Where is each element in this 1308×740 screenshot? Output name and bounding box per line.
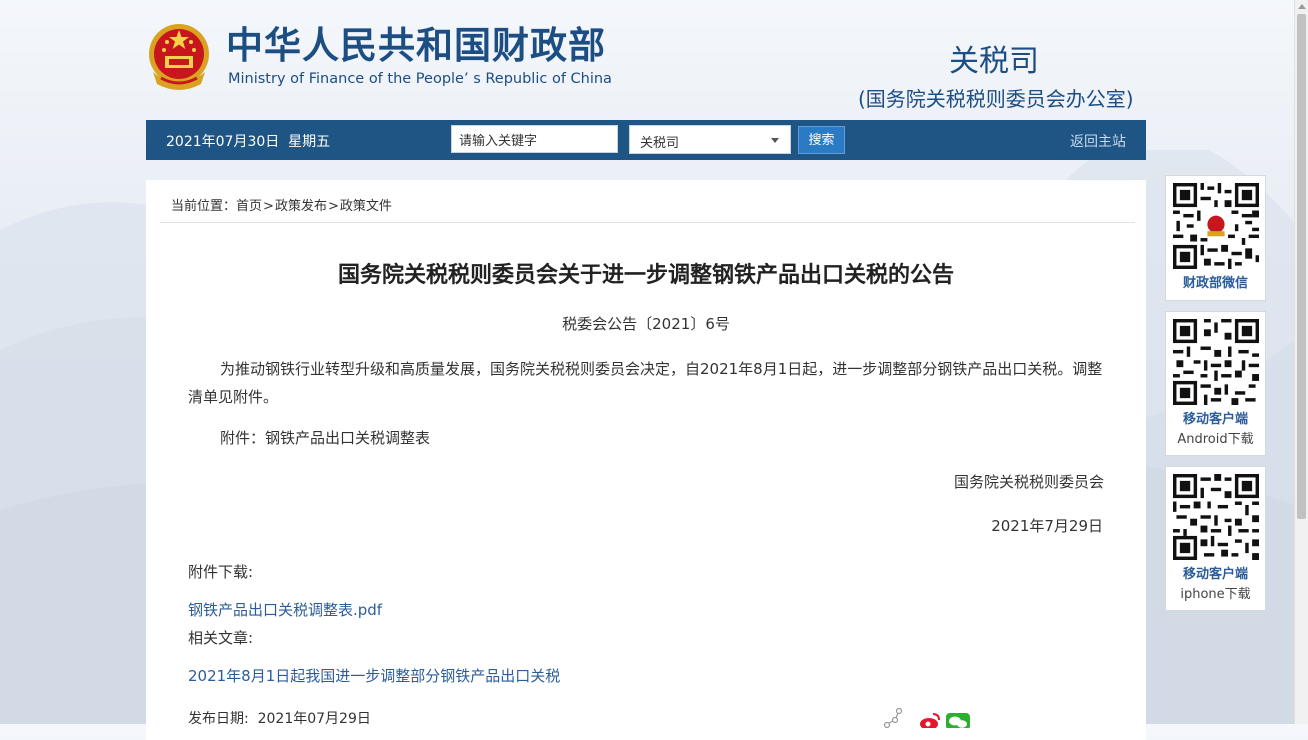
share-icon[interactable] <box>883 708 903 728</box>
search-button[interactable]: 搜索 <box>798 126 845 154</box>
share-bar <box>883 708 970 728</box>
chevron-down-icon <box>771 138 779 143</box>
top-nav-bar: 2021年07月30日 星期五 关税司 搜索 返回主站 <box>146 120 1146 160</box>
search-scope-value: 关税司 <box>640 136 680 151</box>
download-label: 附件下载: <box>188 563 254 581</box>
scroll-up-arrow-icon[interactable] <box>1298 4 1306 9</box>
qr-label: 移动客户端 <box>1182 412 1248 427</box>
qr-card-iphone: 移动客户端 iphone下载 <box>1165 466 1266 611</box>
breadcrumb-separator: > <box>263 199 274 214</box>
qr-label: 财政部微信 <box>1182 276 1248 291</box>
qr-code-icon[interactable] <box>1172 183 1259 269</box>
breadcrumb: 当前位置：首页>政策发布>政策文件 <box>171 195 392 214</box>
national-emblem-icon <box>149 24 209 90</box>
qr-card-android: 移动客户端 Android下载 <box>1165 311 1266 456</box>
department-subtitle: (国务院关税税则委员会办公室) <box>858 87 1134 111</box>
article-panel: 当前位置：首页>政策发布>政策文件 国务院关税税则委员会关于进一步调整钢铁产品出… <box>146 180 1146 740</box>
current-date: 2021年07月30日 星期五 <box>166 134 331 150</box>
wechat-icon[interactable] <box>946 713 970 728</box>
qr-sublabel: Android下载 <box>1177 432 1254 447</box>
signature-organization: 国务院关税税则委员会 <box>953 473 1104 491</box>
scrollbar-thumb[interactable] <box>1297 14 1306 519</box>
publish-date: 发布日期: 2021年07月29日 <box>188 711 371 727</box>
article-body: 为推动钢铁行业转型升级和高质量发展，国务院关税税则委员会决定，自2021年8月1… <box>188 360 1103 406</box>
divider <box>160 222 1135 223</box>
breadcrumb-item-policy-documents[interactable]: 政策文件 <box>340 199 392 214</box>
back-to-main-link[interactable]: 返回主站 <box>1070 131 1126 151</box>
qr-card-wechat: 财政部微信 <box>1165 175 1266 301</box>
ministry-name-cn: 中华人民共和国财政部 <box>226 24 606 67</box>
attachment-download-link[interactable]: 钢铁产品出口关税调整表.pdf <box>188 599 382 620</box>
related-articles-label: 相关文章: <box>188 629 254 647</box>
breadcrumb-label: 当前位置： <box>171 199 237 214</box>
breadcrumb-separator: > <box>327 199 339 214</box>
signature-date: 2021年7月29日 <box>991 517 1103 535</box>
qr-label: 移动客户端 <box>1182 567 1248 582</box>
vertical-scrollbar[interactable] <box>1294 0 1308 724</box>
related-article-link[interactable]: 2021年8月1日起我国进一步调整部分钢铁产品出口关税 <box>188 665 560 686</box>
qr-code-icon[interactable] <box>1172 474 1259 560</box>
breadcrumb-item-policy-release[interactable]: 政策发布 <box>275 199 327 214</box>
ministry-name-en: Ministry of Finance of the People’ s Rep… <box>228 71 612 87</box>
site-header: 中华人民共和国财政部 Ministry of Finance of the Pe… <box>146 0 1146 120</box>
document-number: 税委会公告〔2021〕6号 <box>562 315 730 333</box>
qr-code-icon[interactable] <box>1172 319 1259 405</box>
breadcrumb-item-home[interactable]: 首页 <box>236 199 262 214</box>
article-title: 国务院关税税则委员会关于进一步调整钢铁产品出口关税的公告 <box>337 263 954 288</box>
department-title: 关税司 <box>949 44 1039 79</box>
search-input[interactable] <box>451 125 618 153</box>
search-scope-select[interactable]: 关税司 <box>629 125 791 154</box>
qr-sublabel: iphone下载 <box>1180 587 1251 602</box>
weibo-icon[interactable] <box>920 713 940 728</box>
attachment-line: 附件：钢铁产品出口关税调整表 <box>220 429 431 447</box>
